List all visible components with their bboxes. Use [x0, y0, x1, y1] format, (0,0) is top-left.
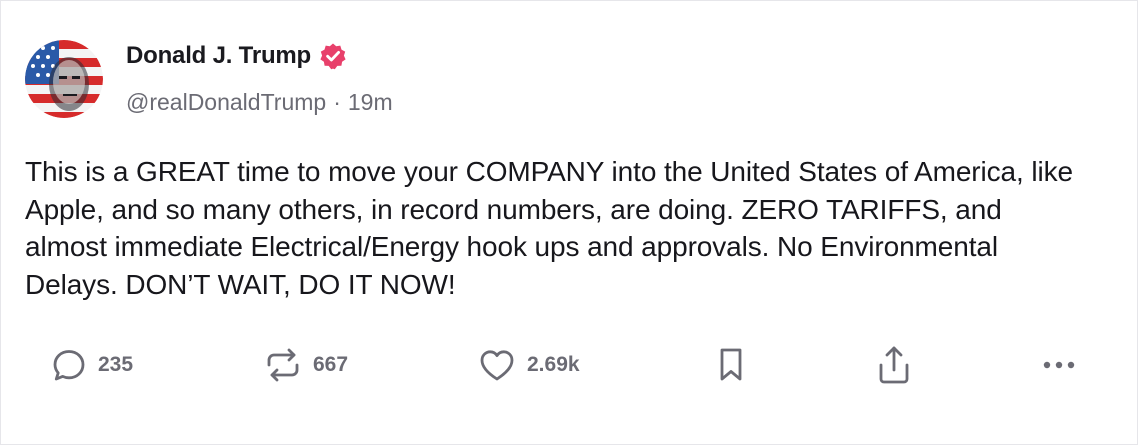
- author-meta: @realDonaldTrump · 19m: [126, 89, 393, 116]
- retruth-icon: [263, 346, 303, 384]
- like-count: 2.69k: [527, 353, 580, 376]
- post-timestamp[interactable]: 19m: [348, 89, 393, 116]
- retruth-button[interactable]: 667: [263, 341, 348, 389]
- meta-separator: ·: [333, 89, 341, 115]
- like-button[interactable]: 2.69k: [477, 341, 580, 389]
- reply-button[interactable]: 235: [50, 341, 133, 389]
- avatar[interactable]: [25, 40, 103, 118]
- reply-count: 235: [98, 353, 134, 376]
- more-icon: [1039, 355, 1079, 375]
- more-options-button[interactable]: [1039, 341, 1079, 389]
- author-display-name[interactable]: Donald J. Trump: [126, 42, 311, 70]
- share-icon: [875, 344, 913, 386]
- retruth-count: 667: [313, 353, 349, 376]
- author-handle[interactable]: @realDonaldTrump: [126, 89, 326, 116]
- action-bar: 235 667 2.69k: [1, 341, 1137, 389]
- share-button[interactable]: [875, 341, 913, 389]
- bookmark-icon: [714, 345, 748, 385]
- bookmark-button[interactable]: [714, 341, 748, 389]
- avatar-flag-portrait-icon: [25, 40, 103, 118]
- verified-badge-icon: [319, 42, 347, 70]
- post-body: This is a GREAT time to move your COMPAN…: [25, 156, 1073, 300]
- reply-icon: [50, 346, 88, 384]
- heart-icon: [477, 346, 517, 384]
- post-card: Donald J. Trump @realDonaldTrump · 19m T…: [0, 0, 1138, 445]
- author-row: Donald J. Trump: [126, 42, 347, 70]
